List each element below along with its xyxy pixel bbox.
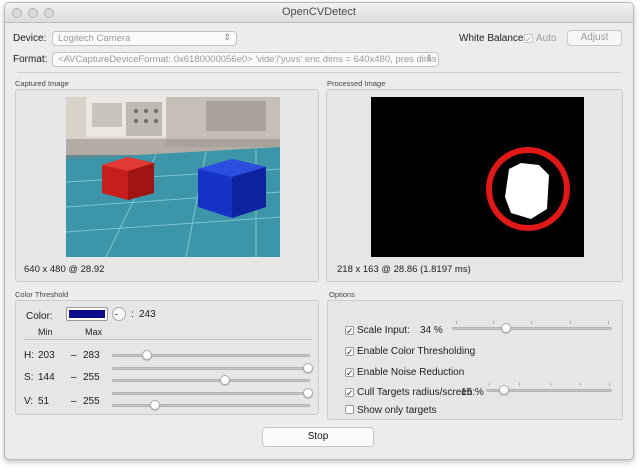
processed-panel-title: Processed Image <box>327 79 386 88</box>
slider-tick <box>519 383 520 386</box>
scale-input-label: Scale Input: <box>357 325 410 336</box>
auto-label: Auto <box>536 33 557 44</box>
show-only-targets-label: Show only targets <box>357 405 437 416</box>
enable-color-label: Enable Color Thresholding <box>357 346 476 357</box>
separator <box>17 72 621 73</box>
v-sep: – <box>71 396 77 407</box>
options-panel: ✓ Scale Input: 34 % ✓ Enable Color Thresho… <box>327 300 623 420</box>
white-balance-label: White Balance: <box>459 33 527 44</box>
s-max-slider-knob[interactable] <box>303 363 313 373</box>
checkmark-icon: ✓ <box>524 34 533 44</box>
scale-input-checkbox[interactable]: ✓ Scale Input: <box>345 325 410 336</box>
processed-panel: 218 x 163 @ 28.86 (1.8197 ms) <box>326 89 623 282</box>
processed-image <box>371 97 584 257</box>
h-max: 283 <box>83 350 100 361</box>
slider-tick <box>489 383 490 386</box>
hue-value: 243 <box>139 309 156 320</box>
v-max-slider-knob[interactable] <box>303 388 313 398</box>
captured-info: 640 x 480 @ 28.92 <box>24 264 105 275</box>
s-max: 255 <box>83 372 100 383</box>
color-swatch <box>69 310 105 318</box>
hue-wheel-knob[interactable] <box>112 307 126 321</box>
device-select[interactable]: Logitech Camera ⇕ <box>52 31 237 46</box>
v-label: V: <box>24 396 34 407</box>
s-sep: – <box>71 372 77 383</box>
max-header: Max <box>85 327 103 337</box>
captured-panel: 640 x 480 @ 28.92 <box>15 89 319 282</box>
captured-image <box>66 97 280 257</box>
slider-tick <box>608 321 609 324</box>
slider-tick <box>531 321 532 324</box>
h-label: H: <box>24 350 34 361</box>
captured-panel-title: Captured Image <box>15 79 69 88</box>
format-label: Format: <box>13 54 48 65</box>
header-divider <box>24 339 312 340</box>
device-select-value: Logitech Camera <box>58 33 131 44</box>
options-panel-title: Options <box>329 290 355 299</box>
title-bar: OpenCVDetect <box>5 3 633 23</box>
h-min: 203 <box>38 350 55 361</box>
threshold-panel-title: Color Threshold <box>15 290 69 299</box>
slider-tick <box>580 383 581 386</box>
slider-tick <box>550 383 551 386</box>
color-label: Color: <box>26 311 53 322</box>
stop-button[interactable]: Stop <box>262 427 374 447</box>
updown-arrows-icon: ⇕ <box>425 53 433 63</box>
show-only-targets-checkbox[interactable]: Show only targets <box>345 405 437 416</box>
enable-noise-checkbox[interactable]: ✓ Enable Noise Reduction <box>345 367 464 378</box>
v-min: 51 <box>38 396 50 407</box>
s-min-slider-knob[interactable] <box>220 375 230 385</box>
s-label: S: <box>24 372 34 383</box>
updown-arrows-icon: ⇕ <box>223 32 231 42</box>
enable-noise-label: Enable Noise Reduction <box>357 367 465 378</box>
v-max-slider[interactable] <box>112 392 310 395</box>
cull-targets-label: Cull Targets radius/screen: <box>357 387 476 398</box>
auto-checkbox[interactable]: ✓ Auto <box>524 33 557 44</box>
slider-tick <box>493 321 494 324</box>
cull-targets-slider-knob[interactable] <box>499 385 509 395</box>
slider-tick <box>570 321 571 324</box>
h-sep: – <box>71 350 77 361</box>
scale-input-slider[interactable] <box>452 327 612 330</box>
slider-tick <box>456 321 457 324</box>
window-title: OpenCVDetect <box>282 6 356 18</box>
s-min: 144 <box>38 372 55 383</box>
device-label: Device: <box>13 33 47 44</box>
v-min-slider-knob[interactable] <box>150 400 160 410</box>
checkmark-icon: ✓ <box>345 347 354 357</box>
s-max-slider[interactable] <box>112 367 310 370</box>
color-well[interactable] <box>66 307 108 321</box>
slider-tick <box>609 383 610 386</box>
processed-info: 218 x 163 @ 28.86 (1.8197 ms) <box>337 264 471 275</box>
checkmark-icon: ✓ <box>345 368 354 378</box>
h-slider-knob[interactable] <box>142 350 152 360</box>
checkmark-icon: ✓ <box>345 388 354 398</box>
app-window: OpenCVDetect Device: Logitech Camera ⇕ W… <box>4 2 634 460</box>
scale-input-value: 34 % <box>420 325 443 336</box>
v-min-slider[interactable] <box>112 404 310 407</box>
hue-separator: : <box>131 309 134 320</box>
cull-targets-checkbox[interactable]: ✓ Cull Targets radius/screen: <box>345 387 475 398</box>
format-select-value: <AVCaptureDeviceFormat: 0x6180000056e0> … <box>58 54 439 65</box>
checkmark-icon: ✓ <box>345 326 354 336</box>
v-max: 255 <box>83 396 100 407</box>
min-header: Min <box>38 327 53 337</box>
scale-input-slider-knob[interactable] <box>501 323 511 333</box>
checkbox-box <box>345 405 354 414</box>
format-select[interactable]: <AVCaptureDeviceFormat: 0x6180000056e0> … <box>52 52 439 67</box>
adjust-button[interactable]: Adjust <box>567 30 622 46</box>
s-min-slider[interactable] <box>112 379 310 382</box>
threshold-panel: Color: : 243 Min Max H: 203 – 283 S: 144… <box>15 300 319 415</box>
enable-color-checkbox[interactable]: ✓ Enable Color Thresholding <box>345 346 475 357</box>
cull-targets-value: 15 % <box>461 387 484 398</box>
